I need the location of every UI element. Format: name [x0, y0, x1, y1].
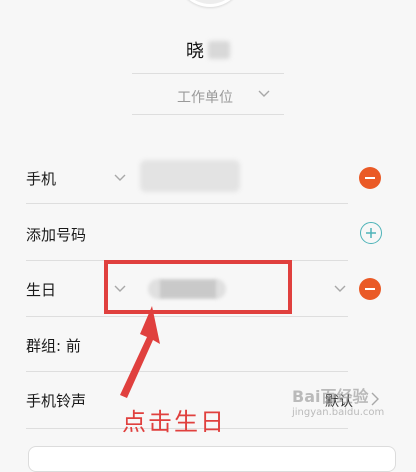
- contact-avatar[interactable]: [176, 0, 244, 7]
- ringtone-label: 手机铃声: [26, 391, 87, 410]
- baidu-watermark: Bai百经验 jingyan.baidu.com: [292, 389, 416, 433]
- phone-number-redacted[interactable]: [140, 160, 240, 192]
- company-field[interactable]: 工作单位: [130, 84, 280, 110]
- watermark-sub: jingyan.baidu.com: [292, 407, 385, 418]
- group-row[interactable]: 群组: 前: [26, 335, 416, 355]
- phone-divider: [26, 203, 348, 204]
- plus-glyph: [366, 228, 376, 238]
- add-number-label: 添加号码: [26, 225, 87, 244]
- contact-name-text: 晓: [186, 41, 204, 62]
- group-divider: [26, 371, 348, 372]
- annotation-arrow: [120, 306, 160, 398]
- name-divider: [132, 73, 284, 74]
- bottom-card[interactable]: [28, 446, 396, 472]
- phone-label: 手机: [26, 169, 57, 188]
- contact-name[interactable]: 晓: [186, 38, 230, 62]
- group-label: 群组: 前: [26, 336, 81, 355]
- annotation-text: 点击生日: [122, 408, 226, 436]
- birthday-divider: [26, 316, 348, 317]
- name-redaction: [208, 41, 230, 59]
- company-placeholder: 工作单位: [177, 90, 233, 106]
- chevron-down-icon[interactable]: [114, 174, 126, 182]
- chevron-down-icon: [258, 90, 270, 97]
- minus-circle-icon[interactable]: [359, 278, 381, 300]
- company-divider: [132, 114, 284, 115]
- watermark-main: Bai百经验: [292, 387, 369, 406]
- plus-circle-icon[interactable]: [360, 222, 382, 244]
- minus-circle-icon[interactable]: [359, 167, 381, 189]
- add-number-row[interactable]: 添加号码: [26, 224, 416, 244]
- birthday-label: 生日: [26, 280, 57, 299]
- chevron-down-icon[interactable]: [334, 285, 346, 293]
